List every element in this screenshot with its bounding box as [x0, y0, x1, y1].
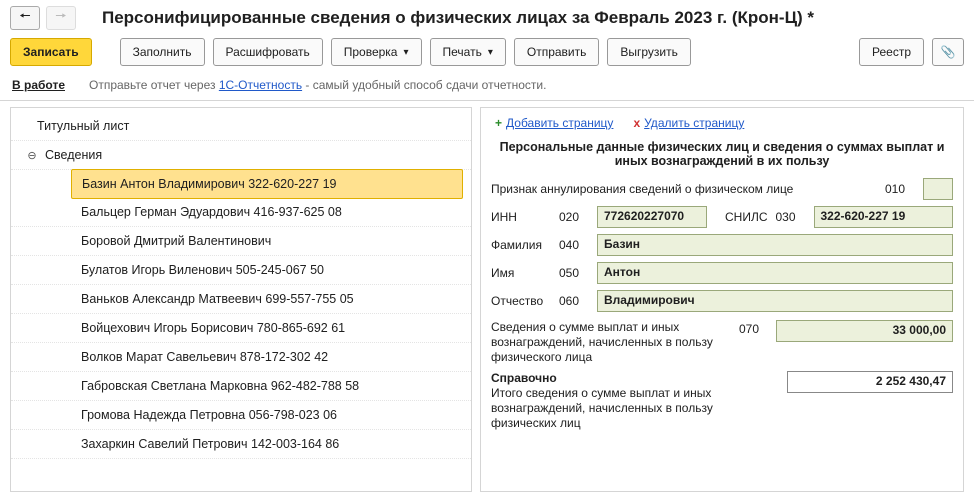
tree-item-person[interactable]: Булатов Игорь Виленович 505-245-067 50	[11, 256, 471, 285]
sum-field[interactable]: 33 000,00	[776, 320, 953, 342]
add-page-link[interactable]: +Добавить страницу	[495, 116, 613, 130]
ref-total-field: 2 252 430,47	[787, 371, 953, 393]
page-title: Персонифицированные сведения о физически…	[102, 8, 814, 28]
delete-page-link[interactable]: xУдалить страницу	[633, 116, 744, 130]
paperclip-icon: 📎	[941, 45, 956, 59]
sum-code: 070	[739, 322, 768, 336]
nav-back-button[interactable]: 🠔	[10, 6, 40, 30]
tree-item-title-page[interactable]: Титульный лист	[11, 112, 471, 141]
x-icon: x	[633, 116, 640, 130]
annul-code: 010	[885, 182, 915, 196]
tree-item-person[interactable]: Ваньков Александр Матвеевич 699-557-755 …	[11, 285, 471, 314]
name-label: Имя	[491, 266, 551, 280]
chevron-down-icon: ▾	[488, 47, 493, 58]
pat-label: Отчество	[491, 294, 551, 308]
tree-item-person[interactable]: Волков Марат Савельевич 878-172-302 42	[11, 343, 471, 372]
fam-field[interactable]: Базин	[597, 234, 953, 256]
export-button[interactable]: Выгрузить	[607, 38, 691, 66]
details-form: +Добавить страницу xУдалить страницу Пер…	[480, 107, 964, 492]
one-s-link[interactable]: 1С-Отчетность	[219, 78, 302, 92]
inn-code: 020	[559, 210, 589, 224]
form-section-title: Персональные данные физических лиц и све…	[491, 136, 953, 178]
snils-field[interactable]: 322-620-227 19	[814, 206, 954, 228]
tree-item-person[interactable]: Захаркин Савелий Петрович 142-003-164 86	[11, 430, 471, 459]
annul-field[interactable]	[923, 178, 953, 200]
fam-code: 040	[559, 238, 589, 252]
pat-code: 060	[559, 294, 589, 308]
registry-button[interactable]: Реестр	[859, 38, 924, 66]
sum-note: Сведения о сумме выплат и иных вознаграж…	[491, 320, 731, 365]
tree-item-person[interactable]: Габровская Светлана Марковна 962-482-788…	[11, 372, 471, 401]
snils-label: СНИЛС	[725, 210, 768, 224]
sections-tree: Титульный лист ⊖ Сведения Базин Антон Вл…	[10, 107, 472, 492]
ref-note: Справочно Итого сведения о сумме выплат …	[491, 371, 771, 431]
status-hint: Отправьте отчет через 1С-Отчетность - са…	[89, 78, 546, 92]
inn-field[interactable]: 772620227070	[597, 206, 707, 228]
attach-button[interactable]: 📎	[932, 38, 964, 66]
pat-field[interactable]: Владимирович	[597, 290, 953, 312]
save-button[interactable]: Записать	[10, 38, 92, 66]
print-button[interactable]: Печать▾	[430, 38, 506, 66]
name-field[interactable]: Антон	[597, 262, 953, 284]
send-button[interactable]: Отправить	[514, 38, 600, 66]
check-button[interactable]: Проверка▾	[331, 38, 422, 66]
tree-item-person[interactable]: Боровой Дмитрий Валентинович	[11, 227, 471, 256]
tree-item-person[interactable]: Войцехович Игорь Борисович 780-865-692 6…	[11, 314, 471, 343]
nav-forward-button[interactable]: 🠖	[46, 6, 76, 30]
tree-item-person[interactable]: Базин Антон Владимирович 322-620-227 19	[71, 169, 463, 199]
annul-label: Признак аннулирования сведений о физичес…	[491, 182, 877, 196]
tree-group-details[interactable]: ⊖ Сведения	[11, 141, 471, 170]
decrypt-button[interactable]: Расшифровать	[213, 38, 323, 66]
tree-item-person[interactable]: Громова Надежда Петровна 056-798-023 06	[11, 401, 471, 430]
inn-label: ИНН	[491, 210, 551, 224]
plus-icon: +	[495, 116, 502, 130]
fam-label: Фамилия	[491, 238, 551, 252]
collapse-icon[interactable]: ⊖	[23, 146, 41, 164]
report-state[interactable]: В работе	[12, 78, 65, 92]
snils-code: 030	[776, 210, 806, 224]
fill-button[interactable]: Заполнить	[120, 38, 205, 66]
name-code: 050	[559, 266, 589, 280]
chevron-down-icon: ▾	[403, 47, 408, 58]
tree-item-person[interactable]: Бальцер Герман Эдуардович 416-937-625 08	[11, 198, 471, 227]
